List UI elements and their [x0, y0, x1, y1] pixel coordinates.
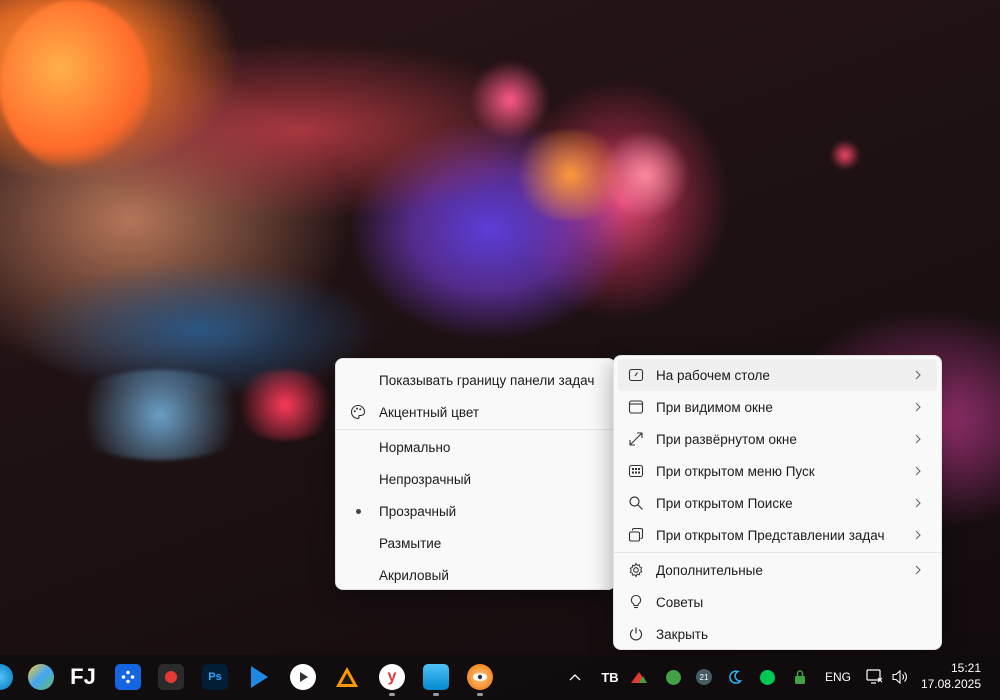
menu-item-label: Нормально	[379, 439, 451, 455]
network-icon[interactable]	[864, 668, 886, 686]
browser-app-icon[interactable]	[0, 664, 13, 690]
notification-count-icon[interactable]: 21	[694, 668, 714, 686]
chevron-right-icon	[915, 565, 921, 575]
task-view-icon	[628, 527, 644, 543]
chevron-right-icon	[915, 434, 921, 444]
menu-item-start-menu[interactable]: При открытом меню Пуск	[618, 455, 937, 487]
menu-item-task-view[interactable]: При открытом Представлении задач	[618, 519, 937, 551]
menu-item-label: При видимом окне	[656, 399, 773, 415]
recorder-app-icon[interactable]	[158, 664, 184, 690]
menu-item-transparent[interactable]: Прозрачный	[340, 495, 611, 527]
running-indicator	[477, 693, 483, 696]
menu-item-advanced[interactable]: Дополнительные	[618, 554, 937, 586]
lightbulb-icon	[628, 594, 644, 610]
chevron-right-icon	[915, 498, 921, 508]
menu-item-normal[interactable]: Нормально	[340, 431, 611, 463]
menu-separator	[336, 429, 615, 430]
chevron-right-icon	[915, 530, 921, 540]
menu-item-label: Советы	[656, 594, 704, 610]
photoshop-app-icon[interactable]: Ps	[202, 664, 228, 690]
menu-item-blur[interactable]: Размытие	[340, 527, 611, 559]
utorrent-tray-icon[interactable]	[664, 668, 682, 686]
remote-app-icon[interactable]	[115, 664, 141, 690]
taskbar-style-menu: Показывать границу панели задач Акцентны…	[335, 358, 616, 590]
menu-separator	[614, 552, 941, 553]
bullet-icon	[350, 503, 366, 519]
menu-item-close[interactable]: Закрыть	[618, 618, 937, 650]
paint-app-icon[interactable]	[28, 664, 54, 690]
yandex-browser-app-icon[interactable]: y	[379, 664, 405, 690]
start-menu-icon	[628, 463, 644, 479]
menu-item-acrylic[interactable]: Акриловый	[340, 559, 611, 591]
chevron-right-icon	[915, 466, 921, 476]
media-player-app-icon[interactable]	[290, 664, 316, 690]
menu-item-label: Дополнительные	[656, 562, 763, 578]
running-indicator	[433, 693, 439, 696]
menu-item-opaque[interactable]: Непрозрачный	[340, 463, 611, 495]
volume-icon[interactable]	[890, 668, 910, 686]
chevron-up-icon[interactable]	[567, 668, 583, 686]
gear-icon	[628, 562, 644, 578]
menu-item-accent-color[interactable]: Акцентный цвет	[340, 396, 611, 428]
window-icon	[628, 399, 644, 415]
arrows-tray-icon[interactable]	[629, 668, 649, 686]
translucenttb-context-menu: На рабочем столе При видимом окне При ра…	[613, 355, 942, 650]
menu-item-label: При открытом меню Пуск	[656, 463, 815, 479]
menu-item-label: Показывать границу панели задач	[379, 372, 595, 388]
search-icon	[628, 495, 644, 511]
menu-item-show-border[interactable]: Показывать границу панели задач	[340, 364, 611, 396]
menu-item-maximized-window[interactable]: При развёрнутом окне	[618, 423, 937, 455]
taskbar: FJ Ps y TB 21 ENG 15:21 17.08.2025	[0, 655, 1000, 700]
menu-item-label: Размытие	[379, 535, 442, 551]
lock-tray-icon[interactable]	[791, 668, 809, 686]
desktop-icon	[628, 367, 644, 383]
menu-item-label: При развёрнутом окне	[656, 431, 797, 447]
menu-item-search[interactable]: При открытом Поиске	[618, 487, 937, 519]
running-indicator	[389, 693, 395, 696]
clock-date: 17.08.2025	[920, 677, 981, 691]
translucenttb-tray-icon[interactable]: TB	[600, 668, 620, 686]
taskbar-clock[interactable]: 15:21 17.08.2025	[921, 660, 981, 692]
power-icon	[628, 626, 644, 642]
eye-app-icon[interactable]	[467, 664, 493, 690]
language-indicator[interactable]: ENG	[823, 668, 853, 686]
chevron-right-icon	[915, 402, 921, 412]
menu-item-label: На рабочем столе	[656, 367, 770, 383]
menu-item-label: Прозрачный	[379, 503, 457, 519]
palette-icon	[350, 404, 366, 420]
kaspersky-tray-icon[interactable]	[758, 668, 776, 686]
menu-item-label: Акриловый	[379, 567, 449, 583]
maximize-diagonal-icon	[628, 431, 644, 447]
menu-item-desktop[interactable]: На рабочем столе	[618, 359, 937, 391]
vlc-app-icon[interactable]	[334, 664, 360, 690]
menu-item-label: При открытом Представлении задач	[656, 527, 885, 543]
chevron-right-icon	[915, 370, 921, 380]
moon-tray-icon[interactable]	[726, 668, 744, 686]
menu-item-label: Закрыть	[656, 626, 708, 642]
menu-item-tips[interactable]: Советы	[618, 586, 937, 618]
menu-item-visible-window[interactable]: При видимом окне	[618, 391, 937, 423]
play-app-icon[interactable]	[246, 664, 272, 690]
clock-time: 15:21	[950, 661, 981, 675]
menu-item-label: Непрозрачный	[379, 471, 472, 487]
photos-app-icon[interactable]	[423, 664, 449, 690]
menu-item-label: Акцентный цвет	[379, 404, 480, 420]
menu-item-label: При открытом Поиске	[656, 495, 793, 511]
file-manager-app-icon[interactable]: FJ	[70, 664, 96, 690]
